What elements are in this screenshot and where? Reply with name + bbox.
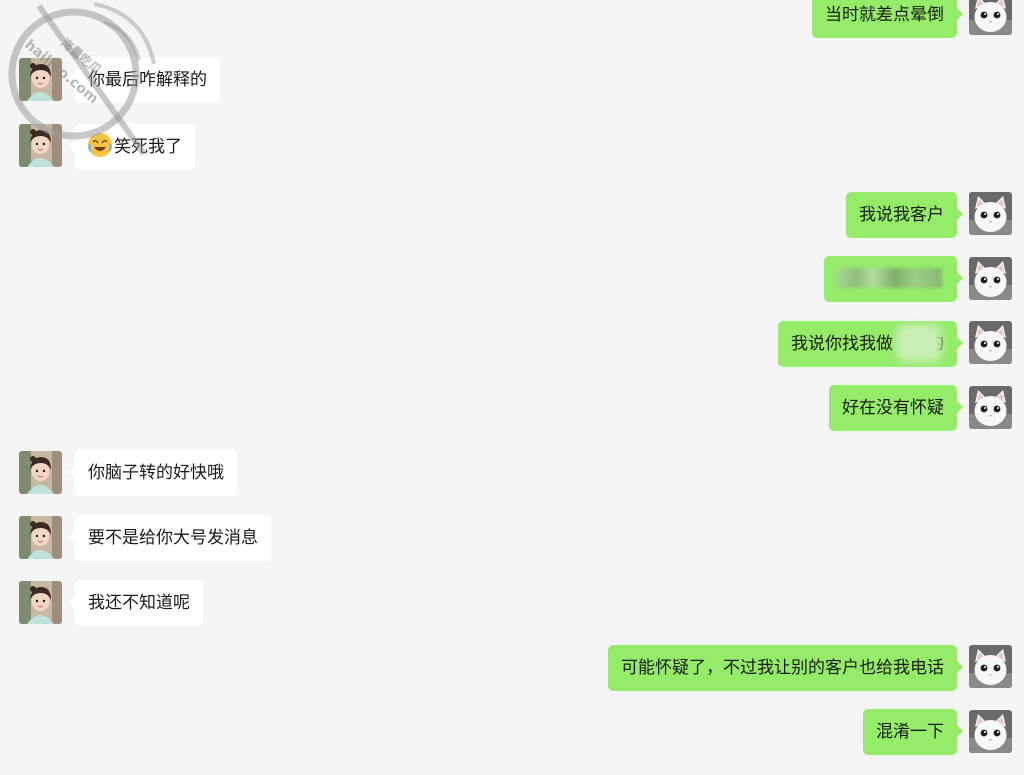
message-row: 好在没有怀疑: [0, 385, 1024, 431]
message-text: 你脑子转的好快哦: [88, 463, 224, 483]
message-row: 可能怀疑了，不过我让别的客户也给我电话: [0, 645, 1024, 691]
message-text: 当时就差点晕倒: [825, 5, 944, 25]
message-bubble-outgoing[interactable]: 当时就差点晕倒: [812, 0, 963, 38]
message-bubble-incoming[interactable]: 要不是给你大号发消息: [69, 515, 271, 561]
message-text: 笑死我了: [114, 137, 182, 157]
message-text: 好在没有怀疑: [842, 398, 944, 418]
avatar-white-cat[interactable]: [969, 386, 1012, 429]
message-bubble-outgoing[interactable]: 混淆一下: [863, 709, 963, 755]
message-bubble-incoming[interactable]: 你最后咋解释的: [69, 57, 220, 103]
message-row: 混淆一下: [0, 709, 1024, 755]
avatar-girl[interactable]: [19, 581, 62, 624]
message-row: 当时就差点晕倒: [0, 0, 1024, 38]
laughing-crying-emoji-icon: [88, 133, 112, 157]
avatar-girl[interactable]: [19, 516, 62, 559]
message-row: 我说我客户: [0, 192, 1024, 238]
message-bubble-outgoing[interactable]: 可能怀疑了，不过我让别的客户也给我电话: [608, 645, 963, 691]
message-text: 你最后咋解释的: [88, 70, 207, 90]
avatar-girl[interactable]: [19, 451, 62, 494]
message-text: 混淆一下: [876, 722, 944, 742]
avatar-white-cat[interactable]: [969, 710, 1012, 753]
avatar-girl[interactable]: [19, 58, 62, 101]
message-row: 你最后咋解释的: [0, 57, 1024, 103]
message-row: [0, 256, 1024, 302]
message-bubble-incoming[interactable]: 我还不知道呢: [69, 580, 203, 626]
avatar-white-cat[interactable]: [969, 0, 1012, 35]
chat-area: 当时就差点晕倒 你最后咋解释的 笑死我了 我说我客户 我说你找我做 好在没有怀疑…: [0, 0, 1024, 775]
avatar-white-cat[interactable]: [969, 645, 1012, 688]
redacted-blur: [896, 324, 942, 362]
message-text: 可能怀疑了，不过我让别的客户也给我电话: [621, 658, 944, 678]
message-bubble-incoming[interactable]: 你脑子转的好快哦: [69, 450, 237, 496]
avatar-white-cat[interactable]: [969, 257, 1012, 300]
message-text: 我说我客户: [859, 205, 944, 225]
message-bubble-outgoing-redacted[interactable]: [824, 256, 963, 302]
message-bubble-outgoing[interactable]: 我说你找我做的: [778, 321, 963, 367]
message-row: 笑死我了: [0, 124, 1024, 170]
message-text: 我说你找我做: [791, 334, 893, 354]
avatar-white-cat[interactable]: [969, 192, 1012, 235]
message-row: 你脑子转的好快哦: [0, 450, 1024, 496]
message-bubble-outgoing[interactable]: 好在没有怀疑: [829, 385, 963, 431]
message-row: 我还不知道呢: [0, 580, 1024, 626]
message-bubble-incoming[interactable]: 笑死我了: [69, 124, 195, 170]
redacted-blur: [836, 268, 942, 288]
message-row: 我说你找我做的: [0, 321, 1024, 367]
message-bubble-outgoing[interactable]: 我说我客户: [846, 192, 963, 238]
message-row: 要不是给你大号发消息: [0, 515, 1024, 561]
message-text: 我还不知道呢: [88, 593, 190, 613]
avatar-girl[interactable]: [19, 124, 62, 167]
message-text: 要不是给你大号发消息: [88, 528, 258, 548]
avatar-white-cat[interactable]: [969, 321, 1012, 364]
